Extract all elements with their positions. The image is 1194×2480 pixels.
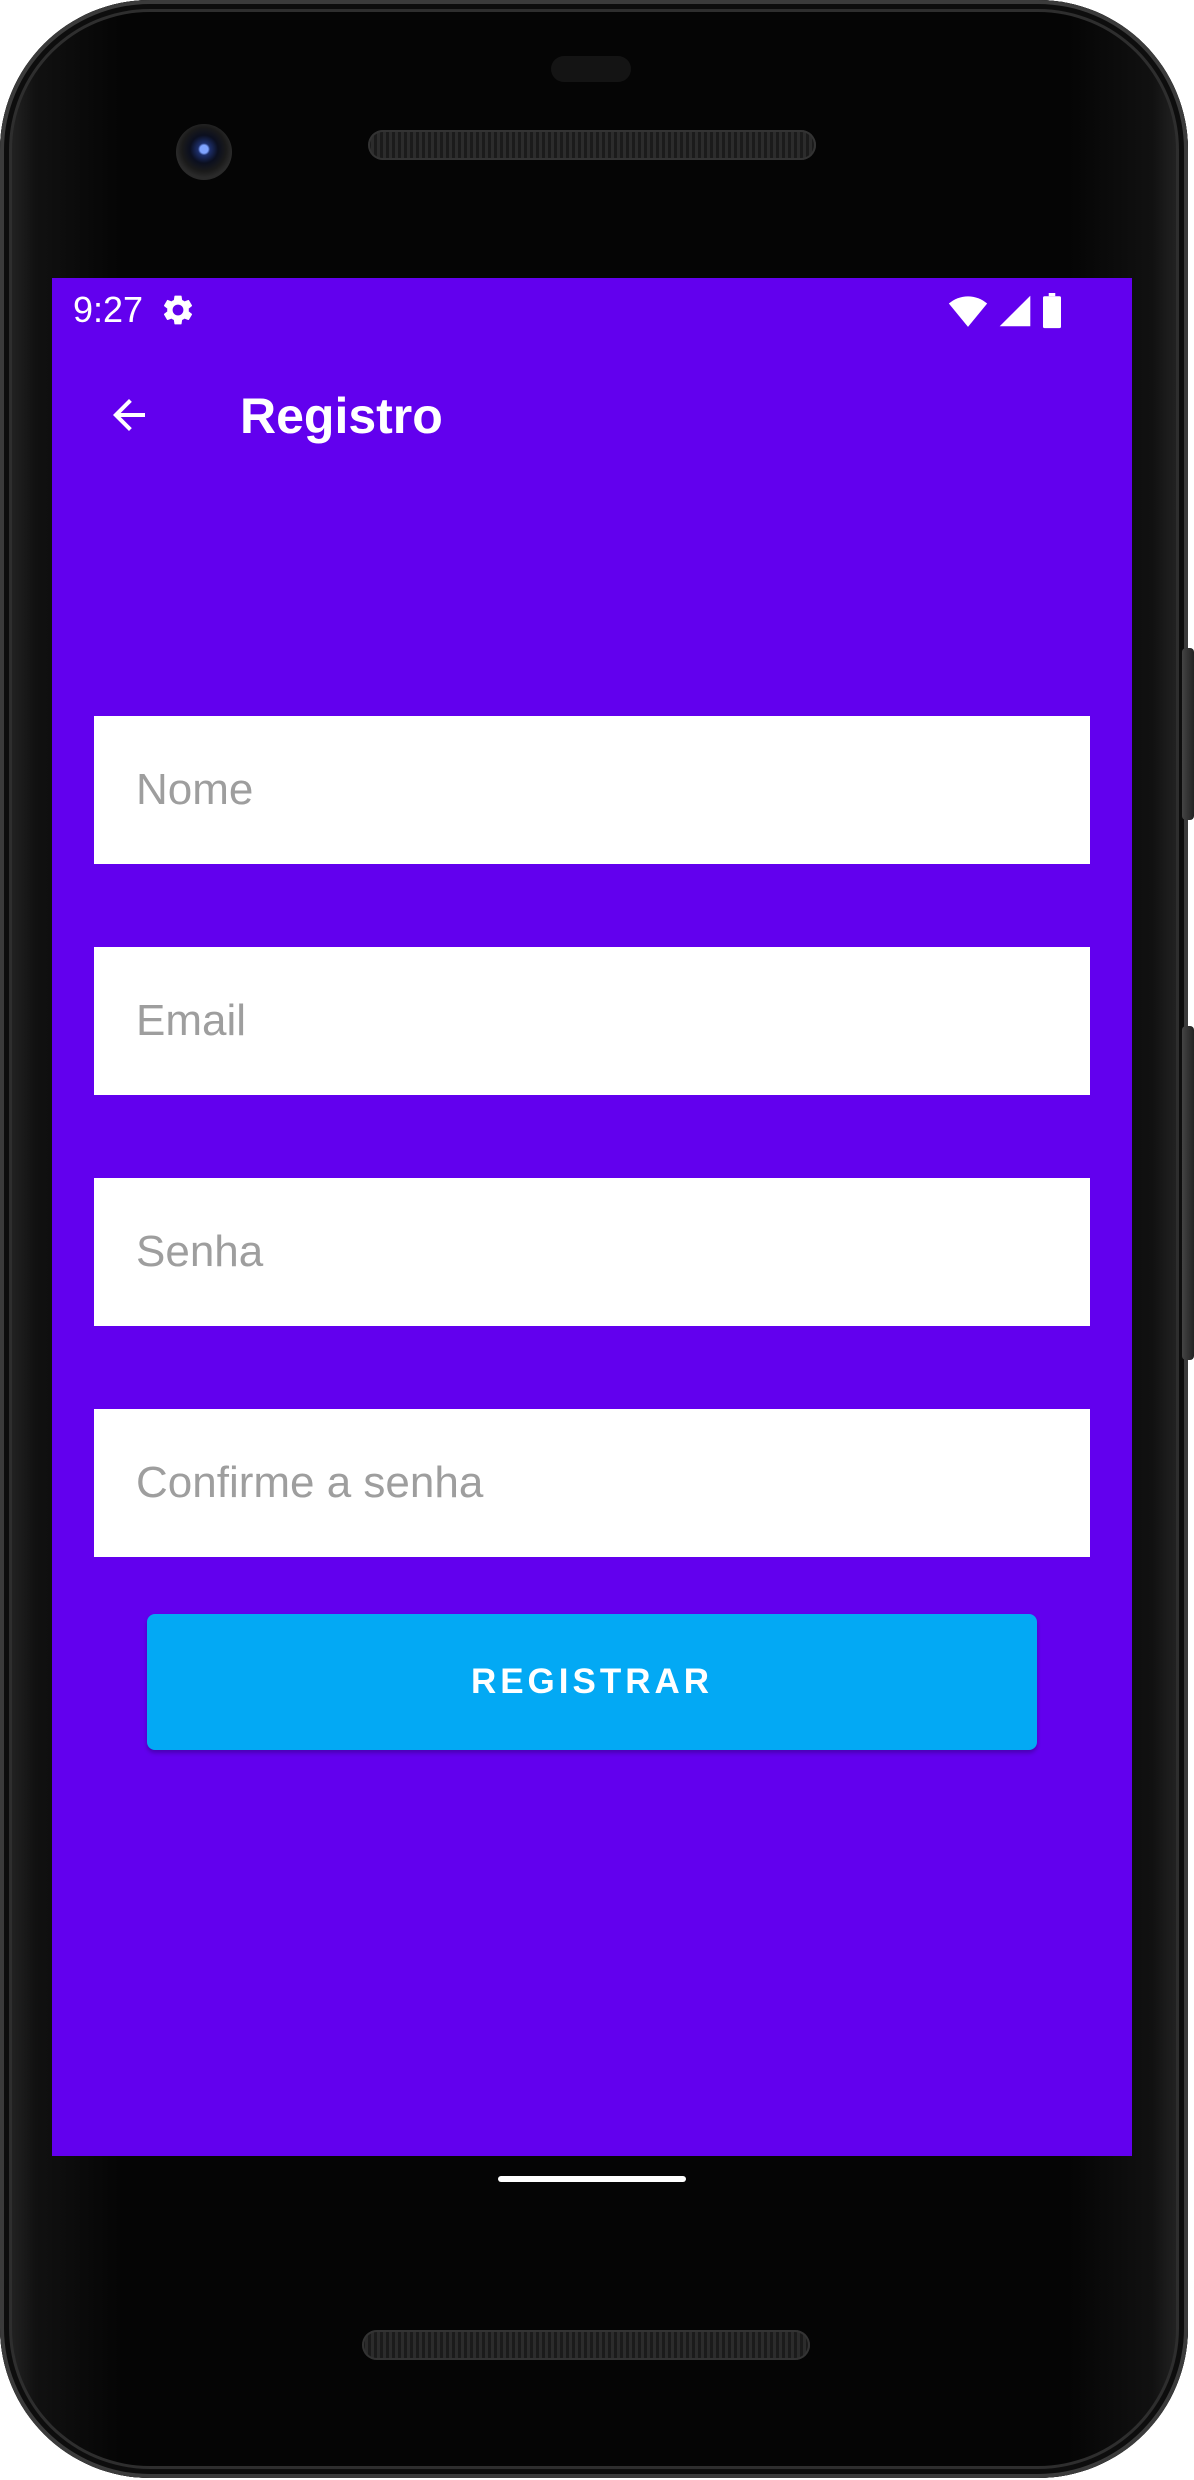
confirm-password-input[interactable] (94, 1409, 1090, 1557)
page-title: Registro (240, 388, 443, 444)
navigation-bar (52, 2156, 1132, 2216)
name-input[interactable] (94, 716, 1090, 864)
power-button (1182, 648, 1194, 820)
home-gesture-handle[interactable] (498, 2176, 686, 2182)
password-input[interactable] (94, 1178, 1090, 1326)
settings-icon (163, 295, 193, 325)
email-input[interactable] (94, 947, 1090, 1095)
cell-signal-icon (999, 295, 1031, 327)
status-bar: 9:27 (52, 278, 1132, 344)
front-camera-icon (176, 124, 232, 180)
app-toolbar: Registro (52, 344, 1132, 490)
phone-frame: 9:27 Registro Nome Email REGISTRAR (0, 0, 1194, 2478)
app-screen: 9:27 Registro Nome Email REGISTRAR (52, 278, 1132, 2156)
bottom-speaker (362, 2330, 810, 2360)
battery-icon (1043, 293, 1061, 329)
wifi-icon (948, 296, 988, 327)
earpiece-speaker (368, 130, 816, 160)
proximity-sensor (551, 56, 631, 82)
status-time: 9:27 (73, 289, 144, 330)
status-icons (948, 292, 1062, 330)
arrow-back-icon (113, 399, 145, 431)
back-button[interactable] (94, 380, 164, 450)
register-button[interactable]: REGISTRAR (147, 1614, 1037, 1750)
volume-button (1182, 1026, 1194, 1360)
